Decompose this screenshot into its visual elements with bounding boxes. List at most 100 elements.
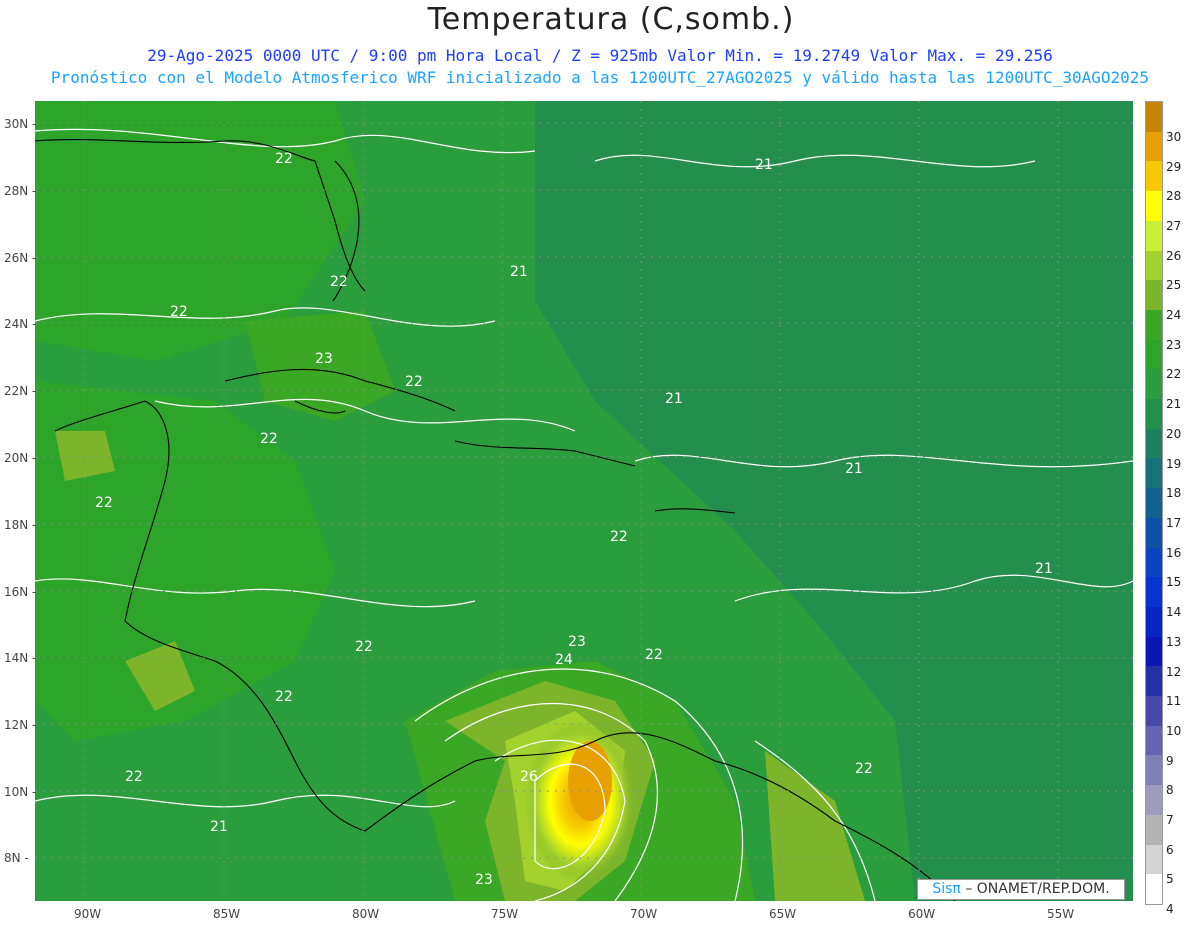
contour-label: 21	[755, 157, 773, 173]
contour-label: 22	[330, 274, 348, 290]
lon-label: 60W	[908, 907, 936, 921]
colorbar-swatch	[1146, 250, 1162, 281]
colorbar-label: 19	[1166, 456, 1182, 471]
contour-label: 24	[555, 652, 573, 668]
lat-label: 18N -	[4, 518, 37, 532]
contour-label: 22	[95, 495, 113, 511]
contour-label: 21	[845, 461, 863, 477]
sis-logo-text: Sisπ	[932, 881, 961, 897]
colorbar-swatch	[1146, 874, 1162, 904]
contour-label: 22	[610, 529, 628, 545]
lon-label: 55W	[1047, 907, 1075, 921]
colorbar-swatch	[1146, 102, 1162, 132]
lat-label: 16N -	[4, 585, 37, 599]
model-info-line: Pronóstico con el Modelo Atmosferico WRF…	[50, 68, 1150, 87]
lon-label: 80W	[352, 907, 380, 921]
colorbar-swatch	[1146, 339, 1162, 370]
lat-label: 26N -	[4, 251, 37, 265]
colorbar-label: 10	[1166, 723, 1182, 738]
credit-org: – ONAMET/REP.DOM.	[965, 881, 1110, 897]
colorbar-label: 15	[1166, 575, 1182, 590]
lat-label: 8N -	[4, 851, 29, 865]
lat-label: 28N -	[4, 184, 37, 198]
colorbar-label: 4	[1166, 902, 1174, 917]
lat-label: 20N -	[4, 451, 37, 465]
colorbar-swatch	[1146, 606, 1162, 637]
map-title: Temperatura (C,somb.)	[427, 2, 795, 37]
map-canvas: 22 22 21 21 22 22 23 22 21 22 21 22 22 21 23 24 22 22 22 26…	[35, 101, 1133, 901]
lat-label: 12N -	[4, 718, 37, 732]
lat-label: 14N -	[4, 651, 37, 665]
colorbar-swatch	[1146, 280, 1162, 310]
lon-label: 75W	[491, 907, 519, 921]
colorbar-label: 14	[1166, 605, 1182, 620]
contour-label: 22	[355, 639, 373, 655]
lon-label: 70W	[630, 907, 658, 921]
colorbar-label: 17	[1166, 516, 1182, 530]
colorbar-swatch	[1146, 191, 1162, 221]
colorbar-label: 21	[1166, 397, 1182, 412]
colorbar-label: 7	[1166, 813, 1174, 828]
colorbar-swatch	[1146, 309, 1162, 340]
colorbar-swatch	[1146, 696, 1162, 726]
lat-label: 22N -	[4, 384, 37, 398]
colorbar-label: 16	[1166, 545, 1182, 560]
colorbar	[1145, 101, 1163, 905]
colorbar-label: 28	[1166, 189, 1182, 204]
contour-label: 22	[170, 304, 188, 320]
colorbar-swatch	[1146, 755, 1162, 786]
colorbar-swatch	[1146, 814, 1162, 845]
colorbar-label: 22	[1166, 367, 1182, 382]
forecast-time-line: 29-Ago-2025 0000 UTC / 9:00 pm Hora Loca…	[147, 46, 1053, 65]
colorbar-swatch	[1146, 488, 1162, 518]
contour-label: 21	[665, 391, 683, 407]
contour-label: 22	[260, 431, 278, 447]
colorbar-swatch	[1146, 131, 1162, 162]
colorbar-swatch	[1146, 785, 1162, 815]
credit-box: Sisπ – ONAMET/REP.DOM.	[917, 879, 1125, 900]
colorbar-label: 23	[1166, 337, 1182, 352]
colorbar-swatch	[1146, 666, 1162, 697]
colorbar-label: 5	[1166, 872, 1174, 887]
colorbar-swatch	[1146, 636, 1162, 667]
colorbar-swatch	[1146, 428, 1162, 459]
colorbar-swatch	[1146, 725, 1162, 756]
colorbar-label: 18	[1166, 486, 1182, 501]
temperature-map: 22 22 21 21 22 22 23 22 21 22 21 22 22 21 23 24 22 22 22 26…	[35, 101, 1133, 901]
colorbar-swatch	[1146, 517, 1162, 548]
colorbar-label: 24	[1166, 308, 1182, 323]
contour-label: 22	[275, 151, 293, 167]
contour-label: 22	[855, 761, 873, 777]
contour-label: 23	[475, 872, 493, 888]
colorbar-swatch	[1146, 161, 1162, 192]
contour-label: 23	[315, 351, 333, 367]
lon-label: 85W	[213, 907, 241, 921]
colorbar-label: 29	[1166, 159, 1182, 174]
colorbar-label: 13	[1166, 634, 1182, 649]
colorbar-swatch	[1146, 369, 1162, 400]
lat-label: 24N -	[4, 317, 37, 331]
colorbar-label: 9	[1166, 753, 1174, 768]
colorbar-swatch	[1146, 577, 1162, 607]
colorbar-swatch	[1146, 220, 1162, 251]
colorbar-label: 11	[1166, 694, 1182, 709]
lat-label: 10N -	[4, 785, 37, 799]
contour-label: 22	[125, 769, 143, 785]
colorbar-label: 26	[1166, 248, 1182, 263]
contour-label: 23	[568, 634, 586, 650]
lon-label: 65W	[769, 907, 797, 921]
colorbar-label: 6	[1166, 842, 1174, 857]
contour-label: 21	[510, 264, 528, 280]
colorbar-label: 27	[1166, 218, 1182, 233]
colorbar-label: 12	[1166, 664, 1182, 679]
contour-label: 21	[1035, 561, 1053, 577]
contour-label: 26	[520, 769, 538, 785]
colorbar-label: 8	[1166, 783, 1174, 798]
contour-label: 22	[405, 374, 423, 390]
colorbar-swatch	[1146, 844, 1162, 875]
colorbar-label: 25	[1166, 278, 1182, 293]
lat-label: 30N -	[4, 117, 37, 131]
colorbar-swatch	[1146, 399, 1162, 429]
contour-label: 22	[275, 689, 293, 705]
lon-label: 90W	[74, 907, 102, 921]
